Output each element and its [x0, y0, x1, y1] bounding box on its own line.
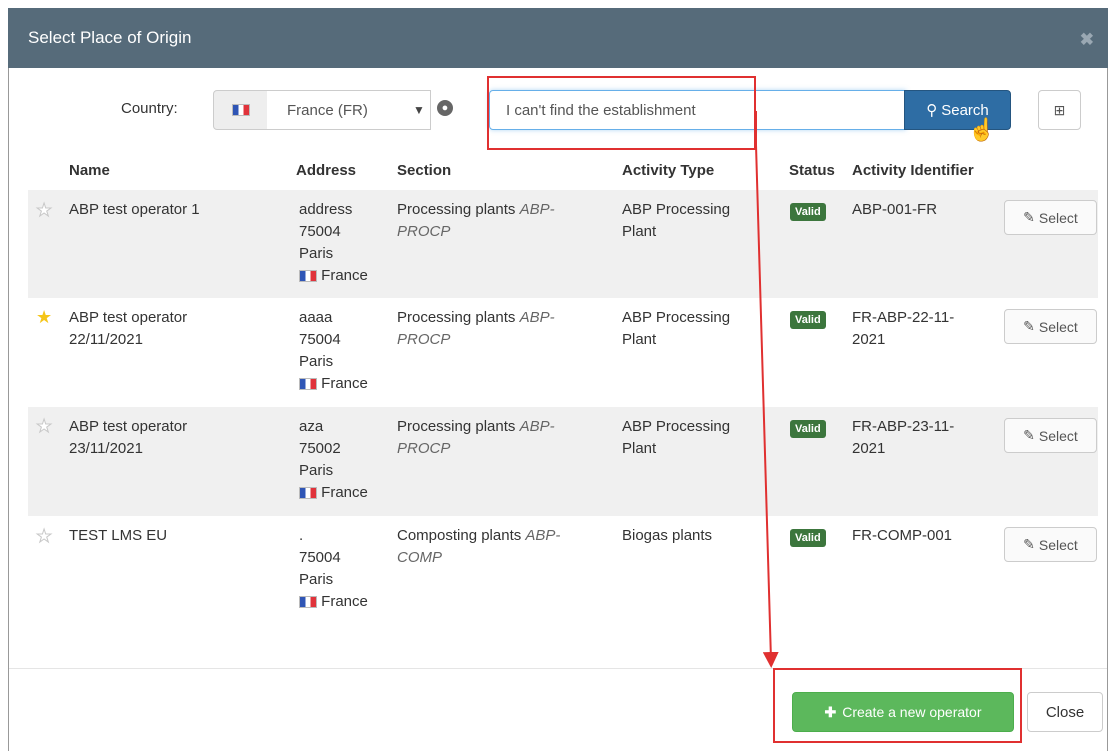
annotation-arrow: [755, 111, 779, 668]
